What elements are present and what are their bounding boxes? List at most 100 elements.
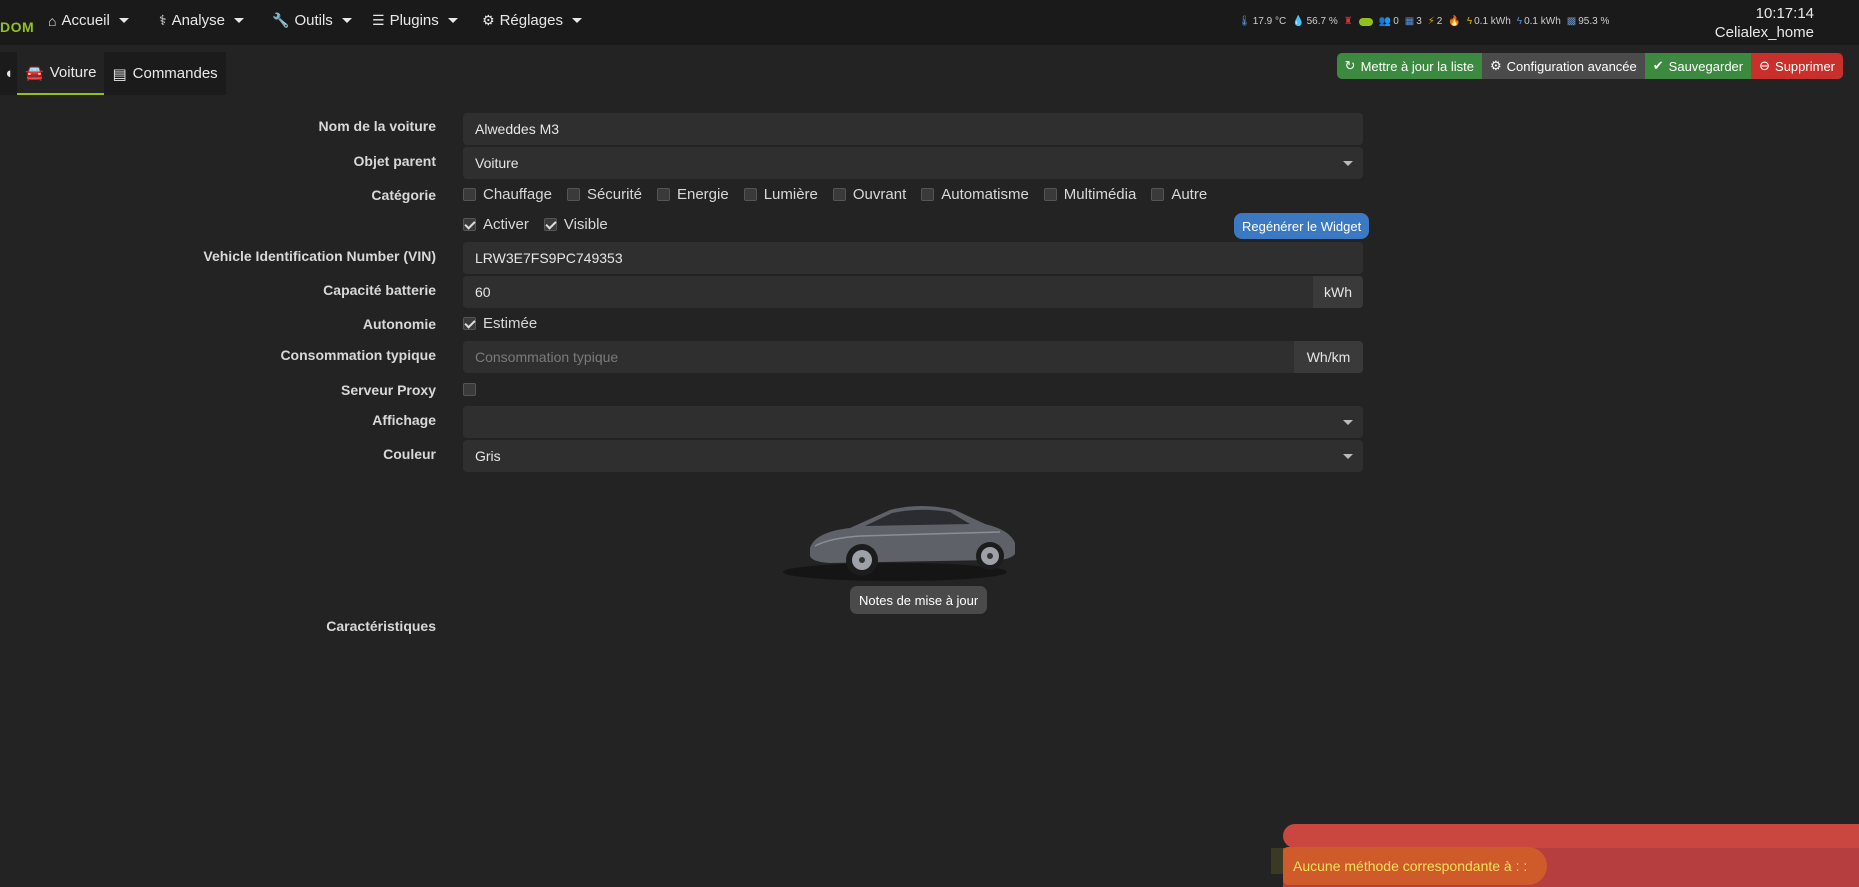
save-button[interactable]: ✔ Sauvegarder — [1644, 53, 1752, 79]
nav-analyse-label: Analyse — [171, 12, 225, 29]
checkbox[interactable] — [463, 188, 476, 201]
battery-capacity-label: Capacité batterie — [323, 282, 436, 298]
status-checkboxes: Activer Visible — [463, 216, 623, 233]
nav-outils[interactable]: 🔧 Outils — [272, 12, 352, 29]
plugs-status[interactable]: ⚡ 2 — [1428, 16, 1443, 27]
solar-status[interactable]: ▩ 95.3 % — [1567, 16, 1610, 27]
tab-voiture[interactable]: 🚘 Voiture — [17, 52, 105, 95]
list-icon: ☰ — [372, 12, 385, 28]
car-name-input[interactable]: Alweddes M3 — [463, 113, 1363, 145]
fire-status[interactable]: 🔥 — [1448, 16, 1460, 27]
display-label: Affichage — [372, 412, 436, 428]
checkbox[interactable] — [832, 188, 846, 201]
display-select[interactable] — [463, 406, 1363, 438]
energy1-status[interactable]: ϟ 0.1 kWh — [1467, 16, 1511, 27]
temperature-status[interactable]: 🌡 17.9 °C — [1238, 16, 1286, 27]
autonomy-label: Autonomie — [362, 316, 436, 332]
checkbox-checked[interactable] — [543, 218, 557, 231]
delete-button[interactable]: ⊖ Supprimer — [1751, 53, 1843, 79]
humidity-value: 56.7 % — [1306, 16, 1338, 27]
fire-icon: 🔥 — [1448, 16, 1461, 27]
estimated-checkbox[interactable]: Estimée — [463, 315, 537, 332]
car-image — [783, 506, 1015, 581]
category-lumiere[interactable]: Lumière — [743, 186, 818, 203]
nav-plugins[interactable]: ☰ Plugins — [372, 12, 458, 29]
proxy-checkbox[interactable] — [463, 383, 483, 396]
category-multimedia[interactable]: Multimédia — [1043, 186, 1137, 203]
toggle-status[interactable] — [1358, 17, 1373, 26]
category-energie[interactable]: Energie — [656, 186, 729, 203]
plug-icon: ⚡ — [1427, 16, 1435, 27]
checkbox[interactable] — [566, 188, 580, 201]
checkbox[interactable] — [1151, 188, 1165, 201]
calendar-value: 3 — [1416, 16, 1422, 27]
chevron-down-icon — [118, 18, 129, 23]
check-circle-icon: ✔ — [1652, 58, 1664, 73]
category-autre[interactable]: Autre — [1151, 186, 1207, 203]
autonomy-checkboxes: Estimée — [463, 315, 552, 332]
vin-input[interactable]: LRW3E7FS9PC749353 — [463, 242, 1363, 274]
checkbox[interactable] — [1043, 188, 1057, 201]
battery-unit-addon: kWh — [1313, 276, 1363, 308]
brand-logo[interactable]: DOM — [0, 19, 34, 35]
refresh-list-button[interactable]: ↻ Mettre à jour la liste — [1336, 53, 1483, 79]
color-select[interactable]: Gris — [463, 440, 1363, 472]
nav-accueil-label: Accueil — [61, 12, 110, 29]
color-label: Couleur — [383, 446, 436, 462]
alarm-status[interactable]: ♜ — [1344, 16, 1353, 27]
checkbox-checked[interactable] — [463, 317, 476, 330]
consumption-unit-addon: Wh/km — [1294, 341, 1363, 373]
category-ouvrant[interactable]: Ouvrant — [832, 186, 906, 203]
siren-icon: ♜ — [1343, 16, 1353, 27]
category-securite[interactable]: Sécurité — [566, 186, 642, 203]
chevron-down-icon — [341, 18, 352, 23]
consumption-label: Consommation typique — [280, 347, 436, 363]
tab-back[interactable]: ◖ — [0, 52, 18, 95]
category-chauffage[interactable]: Chauffage — [463, 186, 552, 203]
nav-analyse[interactable]: ⚕ Analyse — [159, 12, 244, 29]
cogs-icon: ⚙ — [482, 12, 495, 28]
activate-label: Activer — [483, 216, 529, 233]
parent-object-select[interactable]: Voiture — [463, 147, 1363, 179]
user-home-name[interactable]: Celialex_home — [1715, 23, 1814, 42]
users-status[interactable]: 👥 0 — [1379, 16, 1399, 27]
save-label: Sauvegarder — [1668, 58, 1744, 74]
humidity-status[interactable]: 💧 56.7 % — [1292, 16, 1338, 27]
activate-checkbox[interactable]: Activer — [463, 216, 529, 233]
minus-circle-icon: ⊖ — [1759, 58, 1771, 73]
category-automatisme[interactable]: Automatisme — [921, 186, 1029, 203]
checkbox-checked[interactable] — [463, 218, 476, 231]
calendar-status[interactable]: ▦ 3 — [1405, 16, 1422, 27]
plugs-value: 2 — [1436, 16, 1443, 27]
checkbox[interactable] — [921, 188, 935, 201]
nav-accueil[interactable]: ⌂ Accueil — [48, 12, 129, 29]
regenerate-widget-button[interactable]: Regénérer le Widget — [1234, 213, 1370, 239]
checkbox[interactable] — [656, 188, 670, 201]
tab-commandes[interactable]: ▤ Commandes — [104, 52, 226, 95]
advanced-config-button[interactable]: ⚙ Configuration avancée — [1482, 53, 1645, 79]
clock-time: 10:17:14 — [1755, 5, 1814, 22]
battery-capacity-input[interactable]: 60 — [463, 276, 1313, 308]
checkbox[interactable] — [463, 383, 476, 396]
chevron-down-icon — [1343, 420, 1353, 425]
nav-outils-label: Outils — [294, 12, 333, 29]
energy2-status[interactable]: ϟ 0.1 kWh — [1517, 16, 1561, 27]
checkbox[interactable] — [743, 188, 757, 201]
visible-checkbox[interactable]: Visible — [543, 216, 608, 233]
nav-plugins-label: Plugins — [389, 12, 439, 29]
calendar-icon: ▦ — [1404, 16, 1415, 27]
consumption-input[interactable]: Consommation typique — [463, 341, 1294, 373]
category-label: Catégorie — [371, 187, 436, 203]
release-notes-button[interactable]: Notes de mise à jour — [850, 586, 988, 614]
category-lumiere-label: Lumière — [763, 186, 818, 203]
category-multimedia-label: Multimédia — [1063, 186, 1137, 203]
bolt-icon: ϟ — [1516, 16, 1523, 27]
solar-value: 95.3 % — [1578, 16, 1610, 27]
color-value: Gris — [475, 448, 501, 464]
list-alt-icon: ▤ — [112, 65, 127, 83]
nav-reglages[interactable]: ⚙ Réglages — [482, 12, 582, 29]
stethoscope-icon: ⚕ — [159, 12, 167, 28]
users-value: 0 — [1393, 16, 1399, 27]
delete-label: Supprimer — [1775, 58, 1835, 74]
solar-panel-icon: ▩ — [1566, 16, 1577, 27]
